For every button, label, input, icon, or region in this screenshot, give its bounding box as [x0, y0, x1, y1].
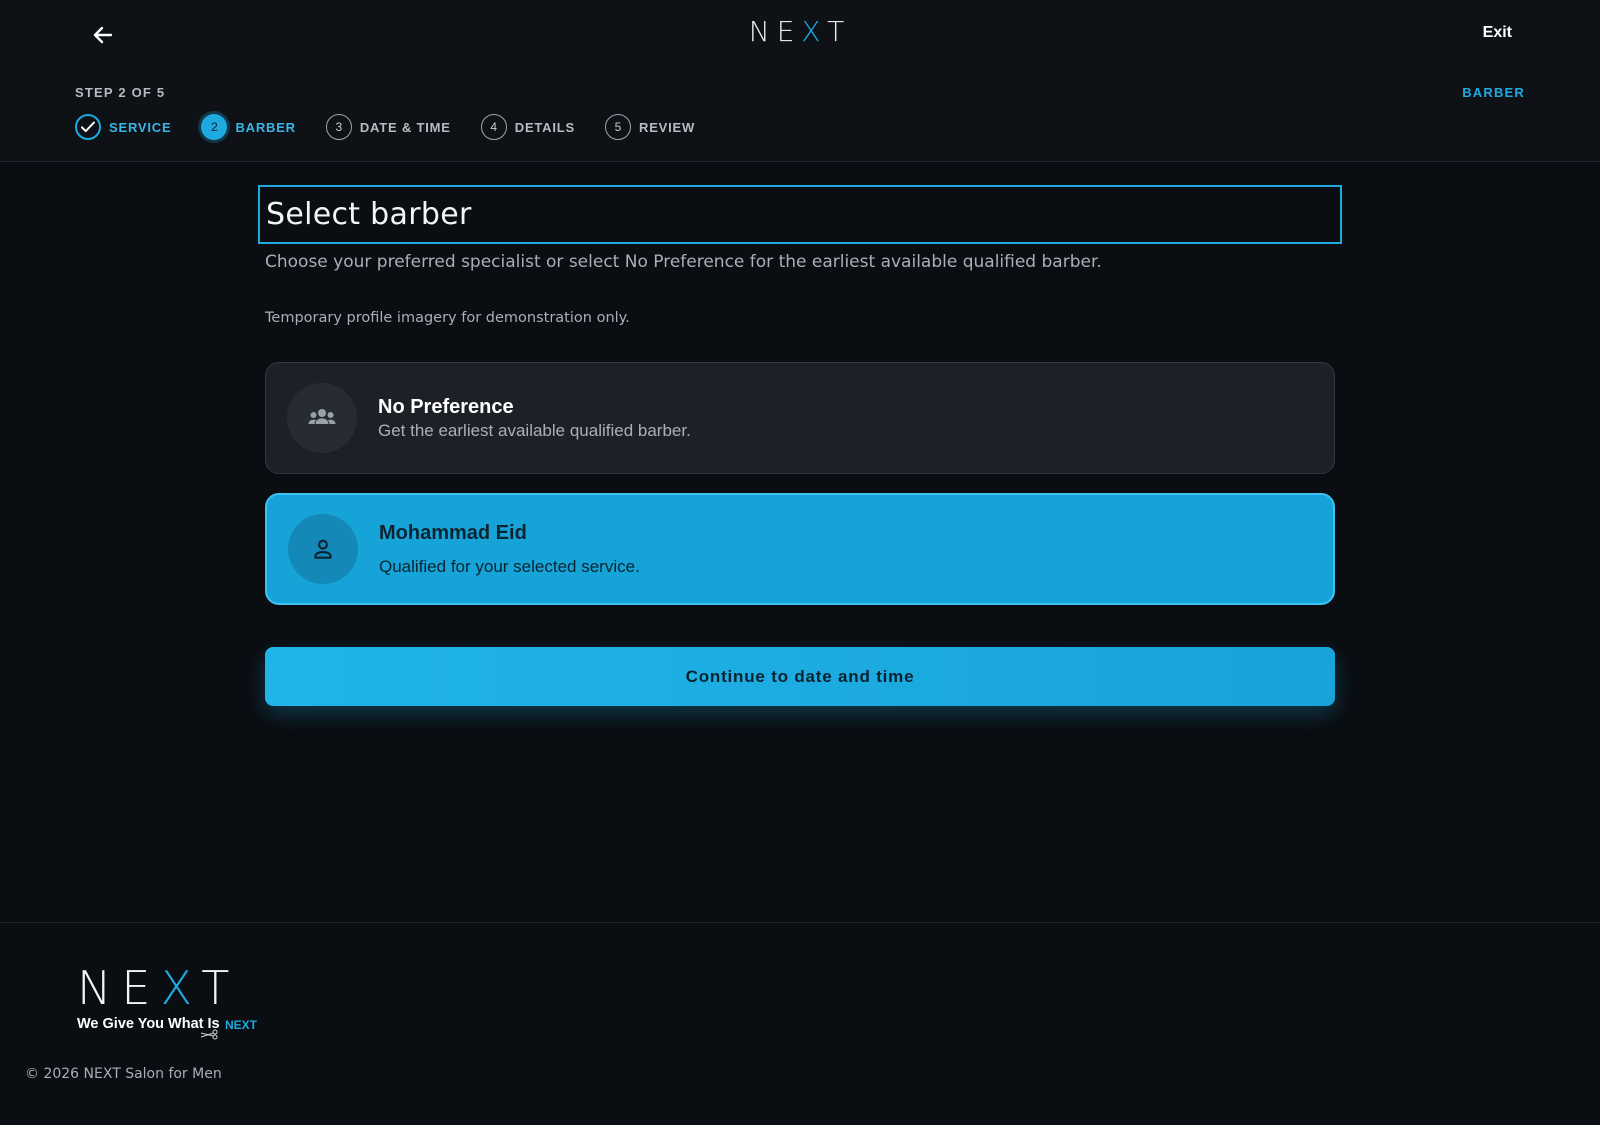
step-review-label: REVIEW: [639, 119, 696, 135]
logo-text-start: NE: [748, 15, 802, 48]
step-review-indicator: 5: [605, 114, 631, 140]
check-icon: [81, 121, 95, 133]
option-description: Qualified for your selected service.: [379, 556, 640, 576]
avatar: [287, 383, 357, 453]
copyright-text: © 2026 NEXT Salon for Men: [25, 1066, 222, 1082]
option-description: Get the earliest available qualified bar…: [378, 420, 691, 440]
step-service-label: SERVICE: [109, 119, 172, 135]
step-service-indicator: [75, 114, 101, 140]
logo-text-end: T: [201, 961, 240, 1015]
logo-text-start: NE: [77, 961, 161, 1015]
barber-option-no-preference[interactable]: No Preference Get the earliest available…: [265, 362, 1335, 474]
step-review[interactable]: 5 REVIEW: [605, 114, 695, 140]
step-barber[interactable]: 2 BARBER: [201, 114, 295, 140]
step-date-time[interactable]: 3 DATE & TIME: [325, 114, 451, 140]
page-footer: NEXT We Give You What Is NEXT © 2026 NEX…: [0, 922, 1600, 1125]
continue-button[interactable]: Continue to date and time: [265, 647, 1335, 706]
step-barber-label: BARBER: [235, 119, 296, 135]
step-details-label: DETAILS: [514, 119, 575, 135]
person-icon: [314, 539, 332, 559]
page-title-focus: Select barber: [258, 185, 1342, 244]
demo-disclaimer: Temporary profile imagery for demonstrat…: [265, 310, 630, 326]
barber-option-mohammad-eid[interactable]: Mohammad Eid Qualified for your selected…: [265, 493, 1335, 605]
logo-text-accent: X: [160, 961, 202, 1015]
step-details-indicator: 4: [480, 114, 507, 140]
progress-stepper: SERVICE 2 BARBER 3 DATE & TIME 4 DETAILS…: [75, 113, 725, 141]
option-name: No Preference: [378, 395, 514, 418]
scissors-icon: [200, 1029, 218, 1040]
logo-text-accent: X: [801, 15, 828, 48]
footer-tagline-brand: NEXT: [225, 1018, 258, 1032]
step-counter: STEP 2 OF 5: [75, 85, 166, 100]
main-content: Select barber Choose your preferred spec…: [0, 163, 1600, 923]
option-text: No Preference Get the earliest available…: [378, 396, 691, 441]
step-barber-indicator: 2: [201, 114, 228, 140]
brand-logo[interactable]: NEXT: [0, 15, 1600, 48]
step-date-time-indicator: 3: [325, 114, 352, 140]
top-header: NEXT Exit STEP 2 OF 5 BARBER SERVICE 2 B…: [0, 0, 1600, 162]
avatar: [288, 514, 358, 584]
page-title: Select barber: [266, 197, 472, 232]
footer-tagline: We Give You What Is: [77, 1016, 220, 1032]
group-icon: [308, 409, 336, 424]
footer-logo[interactable]: NEXT: [77, 965, 239, 1011]
step-service[interactable]: SERVICE: [75, 114, 171, 140]
exit-button[interactable]: Exit: [1483, 24, 1512, 42]
option-name: Mohammad Eid: [379, 521, 527, 544]
step-details[interactable]: 4 DETAILS: [480, 114, 575, 140]
step-date-time-label: DATE & TIME: [359, 119, 451, 135]
logo-text-end: T: [827, 15, 852, 48]
page-subtitle: Choose your preferred specialist or sele…: [265, 252, 1102, 272]
current-step-label: BARBER: [1462, 85, 1525, 100]
option-text: Mohammad Eid Qualified for your selected…: [379, 522, 640, 577]
